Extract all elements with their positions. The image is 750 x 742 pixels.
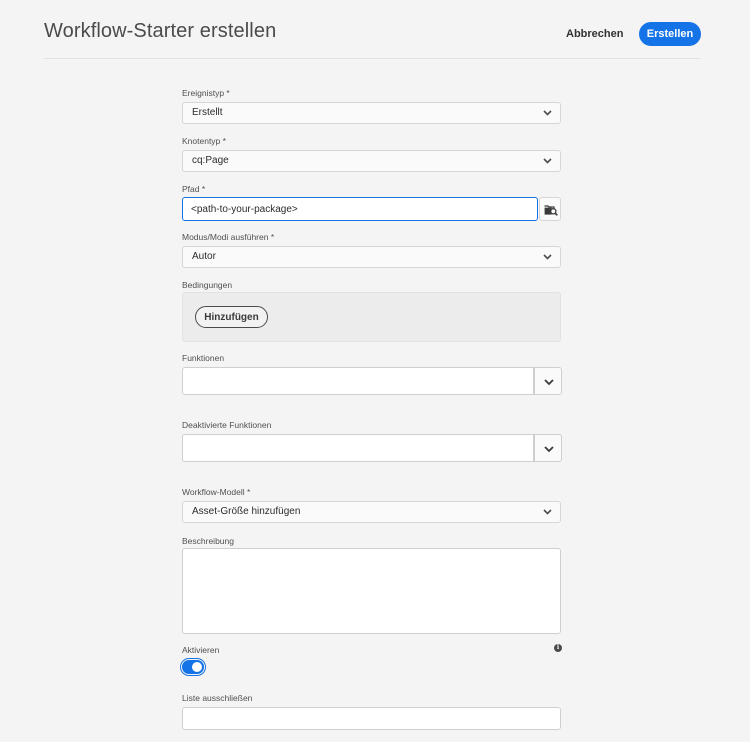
features-label: Funktionen <box>182 353 225 363</box>
header-bar: Workflow-Starter erstellen Abbrechen Ers… <box>0 0 750 60</box>
exclude-list-label: Liste ausschließen <box>182 693 253 703</box>
conditions-panel: Hinzufügen <box>182 292 561 342</box>
node-type-value: cq:Page <box>192 155 229 166</box>
add-condition-button[interactable]: Hinzufügen <box>195 306 268 328</box>
chevron-down-icon <box>543 509 552 515</box>
run-modes-value: Autor <box>192 251 216 262</box>
run-modes-label: Modus/Modi ausführen * <box>182 232 275 242</box>
header-divider <box>44 58 700 59</box>
disabled-features-dropdown-button[interactable] <box>534 434 562 462</box>
event-type-value: Erstellt <box>192 107 223 118</box>
features-input[interactable] <box>182 367 534 395</box>
run-modes-select[interactable]: Autor <box>182 246 561 268</box>
cancel-button[interactable]: Abbrechen <box>560 22 629 46</box>
chevron-down-icon <box>544 379 554 386</box>
page-title: Workflow-Starter erstellen <box>44 20 277 42</box>
path-label: Pfad * <box>182 184 206 194</box>
workflow-model-select[interactable]: Asset-Größe hinzufügen <box>182 501 561 523</box>
activate-toggle[interactable] <box>180 658 206 676</box>
path-browse-button[interactable] <box>539 197 561 221</box>
chevron-down-icon <box>543 158 552 164</box>
chevron-down-icon <box>544 446 554 453</box>
description-textarea[interactable] <box>182 548 561 634</box>
create-button[interactable]: Erstellen <box>639 22 701 46</box>
features-dropdown-button[interactable] <box>534 367 562 395</box>
toggle-knob <box>192 662 202 672</box>
workflow-model-label: Workflow-Modell * <box>182 487 251 497</box>
description-label: Beschreibung <box>182 536 234 546</box>
disabled-features-input[interactable] <box>182 434 534 462</box>
folder-search-icon <box>544 205 558 216</box>
workflow-model-value: Asset-Größe hinzufügen <box>192 506 301 517</box>
info-icon[interactable]: i <box>554 644 562 652</box>
chevron-down-icon <box>543 110 552 116</box>
node-type-select[interactable]: cq:Page <box>182 150 561 172</box>
exclude-list-input[interactable] <box>182 707 561 730</box>
disabled-features-label: Deaktivierte Funktionen <box>182 420 272 430</box>
path-input[interactable] <box>182 197 538 221</box>
activate-label: Aktivieren <box>182 645 220 655</box>
chevron-down-icon <box>543 254 552 260</box>
conditions-label: Bedingungen <box>182 280 233 290</box>
node-type-label: Knotentyp * <box>182 136 226 146</box>
event-type-select[interactable]: Erstellt <box>182 102 561 124</box>
event-type-label: Ereignistyp * <box>182 88 230 98</box>
